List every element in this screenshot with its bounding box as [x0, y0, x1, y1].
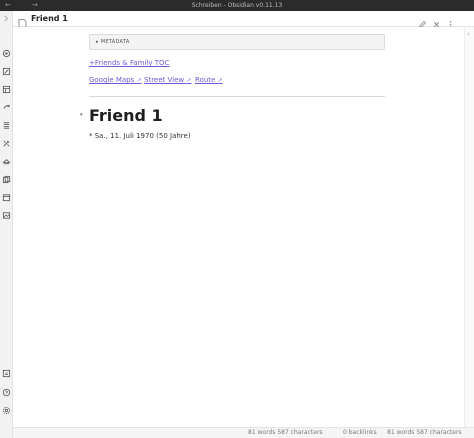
note-title[interactable]: Friend 1: [31, 13, 68, 25]
external-link-icon: ↗: [186, 77, 192, 84]
left-ribbon: [0, 11, 13, 438]
file-list-icon[interactable]: [2, 121, 11, 130]
friends-family-toc-link[interactable]: +Friends & Family TOC: [89, 58, 169, 68]
more-options-icon[interactable]: [446, 14, 455, 29]
collapse-sidebar-icon[interactable]: [2, 14, 11, 23]
note-heading: Friend 1: [89, 106, 163, 125]
note-preview: ▸ METADATA +Friends & Family TOC Google …: [13, 27, 464, 427]
settings-gear-icon[interactable]: [2, 406, 11, 415]
chevron-left-icon[interactable]: ‹: [467, 30, 470, 38]
slides-icon[interactable]: [2, 157, 11, 166]
help-icon[interactable]: [2, 369, 11, 378]
window-titlebar: ← → Schreiben - Obsidian v0.11.13: [0, 0, 474, 11]
sync-icon[interactable]: [2, 103, 11, 112]
horizontal-rule: [89, 96, 385, 97]
window-title: Schreiben - Obsidian v0.11.13: [191, 2, 283, 9]
route-link[interactable]: Route ↗: [195, 75, 223, 86]
metadata-label: ▸ METADATA: [96, 39, 130, 45]
close-icon[interactable]: [432, 14, 441, 28]
birthday-line: * Sa., 11. Juli 1970 (50 Jahre): [89, 132, 191, 140]
note-view-header: Friend 1: [13, 11, 474, 29]
daily-note-icon[interactable]: [2, 85, 11, 94]
edit-pencil-icon[interactable]: [418, 14, 427, 28]
tools-icon[interactable]: [2, 139, 11, 148]
word-count-left: 81 words 587 characters: [248, 429, 323, 436]
file-icon: [18, 14, 27, 29]
graph-view-icon[interactable]: [2, 49, 11, 58]
image-icon[interactable]: [2, 211, 11, 220]
calendar-icon[interactable]: [2, 193, 11, 202]
metadata-callout[interactable]: ▸ METADATA: [89, 34, 385, 50]
street-view-link[interactable]: Street View ↗: [144, 75, 191, 86]
external-link-icon: ↗: [217, 77, 223, 84]
google-maps-link[interactable]: Google Maps ↗: [89, 75, 142, 86]
fold-chevron-icon[interactable]: ▾: [80, 112, 83, 118]
external-link-icon: ↗: [136, 77, 142, 84]
templates-icon[interactable]: [2, 175, 11, 184]
backlinks-count[interactable]: 0 backlinks: [343, 428, 377, 438]
question-icon[interactable]: [2, 388, 11, 397]
right-sidebar-toggle[interactable]: ‹: [464, 27, 474, 427]
status-bar: 81 words 587 characters 0 backlinks 81 w…: [13, 427, 474, 438]
open-quick-switcher-icon[interactable]: [2, 67, 11, 76]
word-count-right: 81 words 587 characters: [387, 429, 462, 436]
